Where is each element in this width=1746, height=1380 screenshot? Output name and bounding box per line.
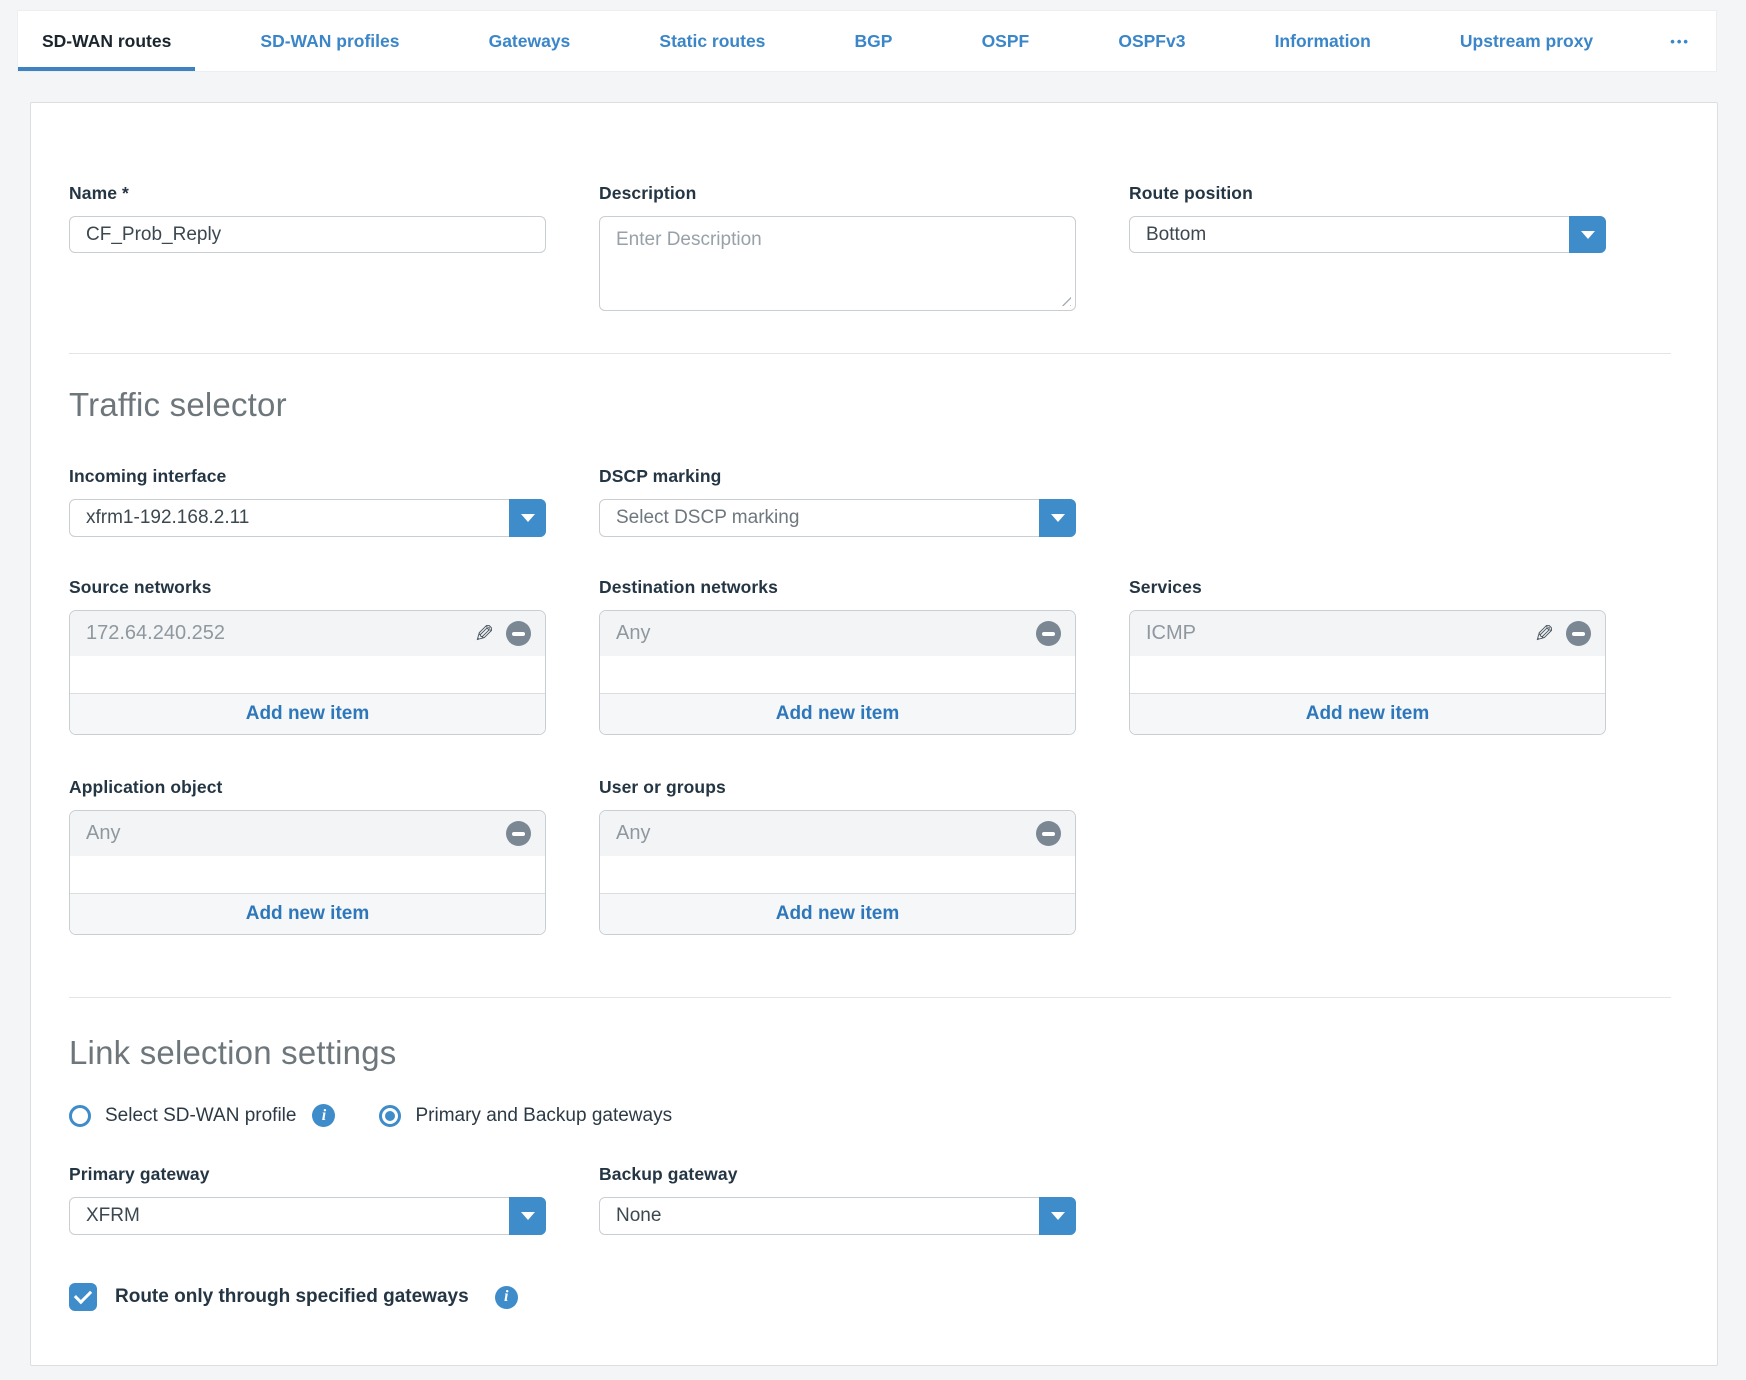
list-item-text: Any — [616, 822, 1036, 845]
add-new-item-button[interactable]: Add new item — [70, 693, 545, 734]
user-or-groups-label: User or groups — [599, 777, 1076, 798]
dscp-marking-placeholder: Select DSCP marking — [616, 507, 799, 529]
sdwan-route-form-panel: Name * CF_Prob_Reply Description Enter D… — [30, 102, 1718, 1366]
chevron-down-icon[interactable] — [1039, 1197, 1076, 1235]
dscp-marking-label: DSCP marking — [599, 466, 1076, 487]
resize-handle-icon[interactable] — [1056, 291, 1071, 306]
list-item-text: Any — [86, 822, 506, 845]
add-new-item-button[interactable]: Add new item — [1130, 693, 1605, 734]
primary-gateway-select[interactable]: XFRM — [69, 1197, 546, 1235]
destination-networks-label: Destination networks — [599, 577, 1076, 598]
list-item-text: 172.64.240.252 — [86, 622, 474, 645]
add-new-item-button[interactable]: Add new item — [600, 693, 1075, 734]
route-position-select[interactable]: Bottom — [1129, 216, 1606, 253]
tab-ospfv3[interactable]: OSPFv3 — [1094, 11, 1209, 71]
route-position-value: Bottom — [1146, 224, 1206, 246]
application-object-label: Application object — [69, 777, 546, 798]
info-icon[interactable]: i — [312, 1104, 335, 1127]
tab-ospf[interactable]: OSPF — [958, 11, 1054, 71]
list-item-text: Any — [616, 622, 1036, 645]
chevron-down-icon[interactable] — [1569, 216, 1606, 253]
backup-gateway-value: None — [616, 1205, 661, 1227]
list-empty-area — [70, 856, 545, 893]
user-or-groups-list: Any Add new item — [599, 810, 1076, 935]
route-only-checkbox-label: Route only through specified gateways — [115, 1286, 469, 1308]
tab-bgp[interactable]: BGP — [831, 11, 917, 71]
source-networks-list: 172.64.240.252 ✎ Add new item — [69, 610, 546, 735]
tab-gateways[interactable]: Gateways — [465, 11, 595, 71]
services-label: Services — [1129, 577, 1606, 598]
list-empty-area — [1130, 656, 1605, 693]
list-empty-area — [70, 656, 545, 693]
section-divider — [69, 997, 1671, 998]
incoming-interface-label: Incoming interface — [69, 466, 546, 487]
chevron-down-icon[interactable] — [509, 1197, 546, 1235]
list-item: Any — [600, 611, 1075, 656]
name-input[interactable]: CF_Prob_Reply — [69, 216, 546, 253]
source-networks-label: Source networks — [69, 577, 546, 598]
add-new-item-button[interactable]: Add new item — [70, 893, 545, 934]
tab-static-routes[interactable]: Static routes — [635, 11, 789, 71]
name-label: Name * — [69, 183, 546, 204]
section-divider — [69, 353, 1671, 354]
chevron-down-icon[interactable] — [1039, 499, 1076, 537]
radio-group-primary-backup: Primary and Backup gateways — [379, 1105, 672, 1127]
tab-bar: SD-WAN routes SD-WAN profiles Gateways S… — [17, 10, 1717, 72]
destination-networks-list: Any Add new item — [599, 610, 1076, 735]
route-position-label: Route position — [1129, 183, 1606, 204]
description-label: Description — [599, 183, 1076, 204]
chevron-down-icon[interactable] — [509, 499, 546, 537]
traffic-selector-heading: Traffic selector — [69, 386, 1675, 424]
backup-gateway-select[interactable]: None — [599, 1197, 1076, 1235]
link-selection-heading: Link selection settings — [69, 1034, 1675, 1072]
remove-icon[interactable] — [1036, 621, 1061, 646]
remove-icon[interactable] — [1566, 621, 1591, 646]
list-item: Any — [600, 811, 1075, 856]
list-empty-area — [600, 656, 1075, 693]
list-empty-area — [600, 856, 1075, 893]
services-list: ICMP ✎ Add new item — [1129, 610, 1606, 735]
info-icon[interactable]: i — [495, 1286, 518, 1309]
backup-gateway-label: Backup gateway — [599, 1164, 1076, 1185]
remove-icon[interactable] — [506, 821, 531, 846]
remove-icon[interactable] — [506, 621, 531, 646]
tab-sdwan-routes[interactable]: SD-WAN routes — [18, 11, 195, 71]
route-only-checkbox[interactable] — [69, 1283, 97, 1311]
primary-backup-gateways-label: Primary and Backup gateways — [415, 1105, 672, 1127]
select-sdwan-profile-label: Select SD-WAN profile — [105, 1105, 296, 1127]
edit-icon[interactable]: ✎ — [474, 622, 494, 646]
dscp-marking-select[interactable]: Select DSCP marking — [599, 499, 1076, 537]
description-input[interactable]: Enter Description — [599, 216, 1076, 311]
edit-icon[interactable]: ✎ — [1534, 622, 1554, 646]
primary-gateway-label: Primary gateway — [69, 1164, 546, 1185]
incoming-interface-select[interactable]: xfrm1-192.168.2.11 — [69, 499, 546, 537]
primary-gateway-value: XFRM — [86, 1205, 140, 1227]
list-item: ICMP ✎ — [1130, 611, 1605, 656]
name-value: CF_Prob_Reply — [86, 224, 221, 246]
add-new-item-button[interactable]: Add new item — [600, 893, 1075, 934]
tab-upstream-proxy[interactable]: Upstream proxy — [1436, 11, 1617, 71]
list-item: Any — [70, 811, 545, 856]
radio-group-sdwan-profile: Select SD-WAN profile i — [69, 1104, 335, 1127]
select-sdwan-profile-radio[interactable] — [69, 1105, 91, 1127]
tab-sdwan-profiles[interactable]: SD-WAN profiles — [236, 11, 423, 71]
description-placeholder: Enter Description — [616, 229, 762, 250]
tab-information[interactable]: Information — [1251, 11, 1395, 71]
incoming-interface-value: xfrm1-192.168.2.11 — [86, 507, 249, 529]
list-item-text: ICMP — [1146, 622, 1534, 645]
more-tabs-icon[interactable]: ••• — [1658, 11, 1716, 71]
primary-backup-gateways-radio[interactable] — [379, 1105, 401, 1127]
list-item: 172.64.240.252 ✎ — [70, 611, 545, 656]
remove-icon[interactable] — [1036, 821, 1061, 846]
application-object-list: Any Add new item — [69, 810, 546, 935]
